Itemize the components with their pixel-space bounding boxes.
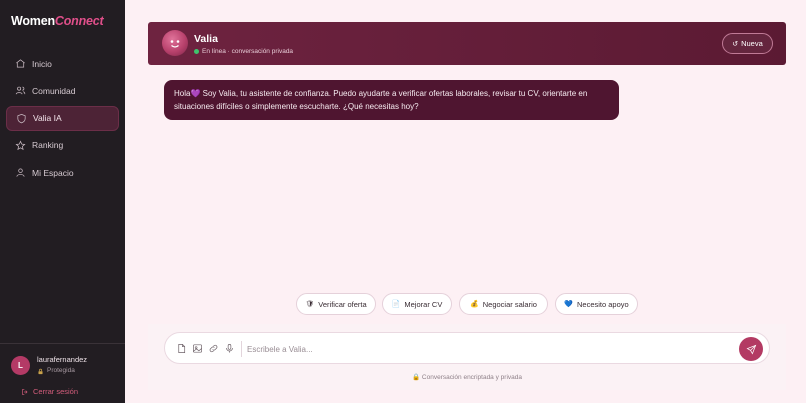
file-icon [177,343,185,353]
refresh-icon: ↺ [732,40,739,48]
users-icon [15,85,26,96]
bot-status: En línea · conversación privada [194,48,293,55]
brand-name-accent: Connect [54,14,104,28]
send-icon [746,344,756,354]
attach-image-button[interactable] [191,341,203,355]
sidebar-nav: Inicio Comunidad Valia IA Ranking Mi Esp… [6,51,119,187]
user-profile[interactable]: L laurafernandez Protegida [11,355,87,376]
brand-logo[interactable]: WomenConnect [11,14,104,28]
bot-face-icon [170,40,180,48]
home-icon [15,58,26,69]
sidebar-item-label: Inicio [32,58,52,69]
suggestion-chip-label: Verificar oferta [318,299,367,309]
brand-name-main: Women [11,14,55,28]
sidebar-item-ranking[interactable]: Ranking [6,133,119,158]
suggestion-chip-mejorar-cv[interactable]: 📄 Mejorar CV [382,293,452,315]
message-input[interactable] [247,340,727,358]
online-status-dot [194,49,199,54]
user-status: Protegida [37,366,87,376]
star-icon [15,140,26,151]
new-conversation-button[interactable]: ↺ Nueva [722,33,773,54]
logout-link[interactable]: Cerrar sesión [21,387,78,396]
bot-name: Valia [194,33,218,45]
composer-area: 🔒 Conversación encriptada y privada [148,324,786,390]
logout-icon [22,388,28,395]
suggestion-chip-label: Necesito apoyo [577,299,629,309]
username: laurafernandez [37,355,88,364]
logout-label: Cerrar sesión [33,387,79,396]
sidebar-item-label: Ranking [32,140,64,151]
chat-header: Valia En línea · conversación privada ↺ … [148,22,786,65]
suggestion-chip-label: Negociar salario [482,299,537,309]
new-conversation-label: Nueva [741,39,763,48]
heart-icon: 💙 [564,301,573,308]
composer-divider [241,341,242,357]
avatar: L [11,356,30,375]
encryption-note: 🔒 Conversación encriptada y privada [412,374,522,381]
user-status-label: Protegida [47,367,75,374]
message-composer [164,332,770,364]
bot-avatar [162,30,188,56]
sidebar-item-label: Mi Espacio [32,167,74,178]
image-icon [192,343,202,353]
money-bag-icon: 💰 [470,301,479,308]
shield-icon [16,113,27,124]
document-icon: 📄 [391,301,401,308]
attach-file-button[interactable] [175,341,187,355]
microphone-icon [225,343,233,353]
voice-input-button[interactable] [223,341,235,355]
sidebar-item-comunidad[interactable]: Comunidad [6,78,119,103]
sidebar-item-label: Comunidad [32,85,76,96]
shield-icon: 🛡 [305,301,315,308]
send-button[interactable] [739,337,763,361]
sidebar: WomenConnect Inicio Comunidad Valia IA R… [0,0,125,403]
suggestion-chip-verificar-oferta[interactable]: 🛡 Verificar oferta [296,293,376,315]
sidebar-item-inicio[interactable]: Inicio [6,51,119,76]
lock-icon [38,368,43,374]
sidebar-item-label: Valia IA [33,113,62,124]
sidebar-item-valia-ia[interactable]: Valia IA [6,105,119,131]
suggestion-chip-label: Mejorar CV [404,299,443,309]
user-icon [15,167,26,178]
assistant-message: Hola💜 Soy Valia, tu asistente de confian… [164,80,619,120]
link-icon [209,344,217,352]
sidebar-divider [0,343,125,344]
sidebar-item-mi-espacio[interactable]: Mi Espacio [6,160,119,185]
suggestion-chip-negociar-salario[interactable]: 💰 Negociar salario [459,293,548,315]
attach-link-button[interactable] [207,341,219,355]
bot-status-text: En línea · conversación privada [202,48,294,55]
suggestion-chip-necesito-apoyo[interactable]: 💙 Necesito apoyo [555,293,638,315]
